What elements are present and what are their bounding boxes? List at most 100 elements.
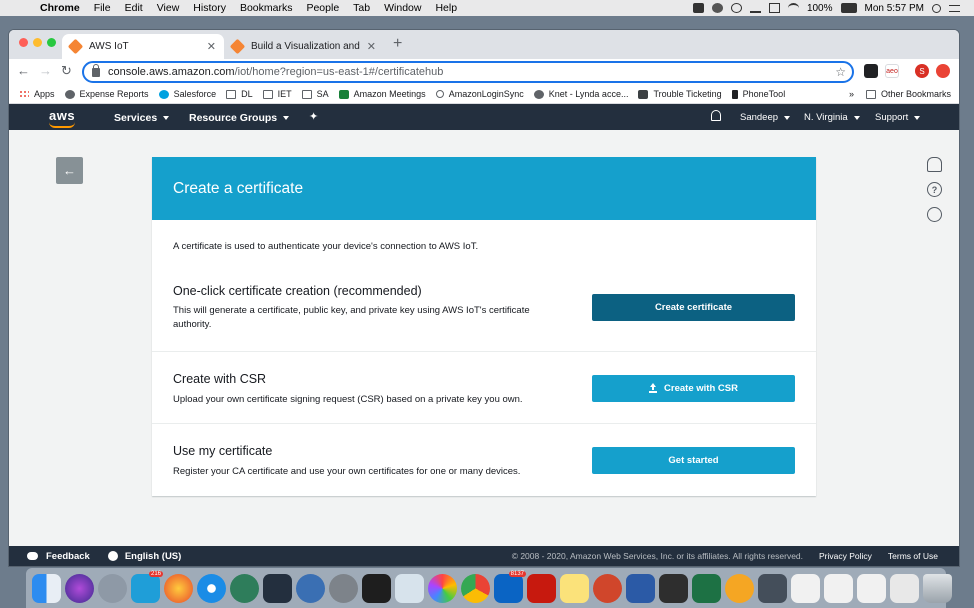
create-with-csr-button[interactable]: Create with CSR — [592, 375, 795, 402]
safari-icon[interactable] — [197, 573, 226, 603]
photos-icon[interactable] — [428, 573, 457, 603]
bell-icon[interactable] — [927, 157, 942, 172]
airplay-icon[interactable] — [768, 3, 780, 13]
notifications-bell-icon[interactable] — [711, 110, 721, 121]
back-arrow-icon[interactable]: ← — [17, 63, 30, 78]
close-window-button[interactable] — [19, 38, 28, 47]
resource-groups-menu[interactable]: Resource Groups — [189, 112, 290, 124]
amazon-assistant-icon[interactable] — [296, 573, 325, 603]
bookmark-knet-lynda[interactable]: Knet - Lynda acce... — [533, 89, 628, 99]
feedback-link[interactable]: Feedback — [27, 551, 90, 562]
help-icon[interactable]: ? — [927, 182, 942, 197]
terms-of-use-link[interactable]: Terms of Use — [888, 551, 938, 561]
pin-icon[interactable]: ✦ — [309, 110, 318, 123]
bookmark-expense-reports[interactable]: Expense Reports — [64, 89, 149, 99]
tab-build-visualization[interactable]: Build a Visualization and Monit ✕ — [224, 34, 384, 59]
menu-tab[interactable]: Tab — [353, 2, 370, 14]
firefox-icon[interactable] — [164, 573, 193, 603]
amazon-chime-icon[interactable] — [659, 573, 688, 603]
system-preferences-icon[interactable] — [329, 573, 358, 603]
bookmark-iet[interactable]: IET — [262, 89, 292, 99]
back-button[interactable]: ← — [56, 157, 83, 184]
bookmark-star-icon[interactable]: ☆ — [835, 65, 846, 79]
menu-app-name[interactable]: Chrome — [40, 2, 80, 14]
amazon-app-icon[interactable] — [263, 573, 292, 603]
activity-icon[interactable] — [927, 207, 942, 222]
aws-favicon-icon — [229, 38, 246, 55]
battery-icon[interactable] — [840, 3, 857, 13]
bookmark-trouble-ticketing[interactable]: Trouble Ticketing — [638, 89, 722, 99]
chrome-icon[interactable] — [461, 573, 490, 603]
outlook-icon[interactable]: 8137 — [494, 570, 526, 603]
extension-icon[interactable] — [864, 64, 878, 78]
sync-tray-icon[interactable] — [730, 3, 742, 13]
bookmark-dl[interactable]: DL — [226, 89, 253, 99]
slack-icon[interactable]: 216 — [131, 570, 163, 603]
account-menu[interactable]: Sandeep — [740, 112, 791, 123]
word-icon[interactable] — [626, 573, 655, 603]
support-menu[interactable]: Support — [875, 112, 921, 123]
bookmark-amazon-login-sync[interactable]: AmazonLoginSync — [435, 89, 524, 99]
zoom-window-button[interactable] — [47, 38, 56, 47]
menu-window[interactable]: Window — [384, 2, 421, 14]
create-certificate-button[interactable]: Create certificate — [592, 294, 795, 321]
profile-avatar[interactable]: S — [915, 64, 929, 78]
cyberduck-icon[interactable] — [725, 573, 754, 603]
menu-history[interactable]: History — [193, 2, 226, 14]
siri-icon[interactable] — [65, 573, 94, 603]
aws-logo[interactable]: aws — [49, 108, 75, 123]
tab-aws-iot[interactable]: AWS IoT ✕ — [62, 34, 224, 59]
menu-people[interactable]: People — [306, 2, 339, 14]
close-tab-icon[interactable]: ✕ — [367, 40, 376, 53]
menu-view[interactable]: View — [157, 2, 180, 14]
language-selector[interactable]: English (US) — [125, 551, 181, 562]
menu-help[interactable]: Help — [435, 2, 457, 14]
preview-icon[interactable] — [395, 573, 424, 603]
menu-edit[interactable]: Edit — [125, 2, 143, 14]
new-tab-icon[interactable]: + — [393, 35, 402, 53]
pen-tray-icon[interactable] — [749, 3, 761, 13]
document-thumbnail-icon[interactable] — [824, 573, 853, 603]
bookmark-apps[interactable]: Apps — [19, 89, 55, 99]
reload-icon[interactable]: ↻ — [61, 63, 72, 79]
menu-bookmarks[interactable]: Bookmarks — [240, 2, 293, 14]
acrobat-icon[interactable] — [527, 573, 556, 603]
document-thumbnail-icon[interactable] — [857, 573, 886, 603]
powerpoint-icon[interactable] — [593, 573, 622, 603]
extension-red-icon[interactable] — [936, 64, 950, 78]
spotlight-search-icon[interactable] — [932, 3, 941, 13]
vpn-icon[interactable] — [230, 573, 259, 603]
address-bar[interactable]: console.aws.amazon.com /iot/home?region=… — [82, 61, 854, 83]
bookmark-phonetool[interactable]: PhoneTool — [731, 89, 785, 99]
launchpad-icon[interactable] — [98, 573, 127, 603]
finder-icon[interactable] — [32, 573, 61, 603]
excel-icon[interactable] — [692, 573, 721, 603]
bookmarks-chevron-icon[interactable]: » — [849, 89, 854, 99]
extension-aeo-icon[interactable]: aeo — [885, 64, 899, 78]
get-started-button[interactable]: Get started — [592, 447, 795, 474]
forward-arrow-icon[interactable]: → — [39, 63, 52, 78]
amazon-tray-icon[interactable] — [692, 3, 704, 13]
notes-icon[interactable] — [560, 573, 589, 603]
bookmark-sa[interactable]: SA — [301, 89, 329, 99]
trash-icon[interactable] — [923, 573, 952, 603]
url-path: /iot/home?region=us-east-1#/certificateh… — [234, 66, 444, 78]
minimize-window-button[interactable] — [33, 38, 42, 47]
status-tray-icon[interactable] — [711, 3, 723, 13]
menu-file[interactable]: File — [94, 2, 111, 14]
close-tab-icon[interactable]: ✕ — [207, 40, 216, 53]
wifi-icon[interactable] — [787, 3, 799, 13]
bookmark-amazon-meetings[interactable]: Amazon Meetings — [338, 89, 426, 99]
bookmark-salesforce[interactable]: Salesforce — [158, 89, 216, 99]
region-menu[interactable]: N. Virginia — [804, 112, 860, 123]
privacy-policy-link[interactable]: Privacy Policy — [819, 551, 872, 561]
terminal-icon[interactable] — [362, 573, 391, 603]
document-thumbnail-icon[interactable] — [791, 573, 820, 603]
lock-icon[interactable] — [92, 63, 100, 77]
bookmark-other-bookmarks[interactable]: Other Bookmarks — [865, 89, 951, 99]
document-thumbnail-icon[interactable] — [890, 573, 919, 603]
menu-clock[interactable]: Mon 5:57 PM — [865, 3, 924, 14]
screen-recorder-icon[interactable] — [758, 573, 787, 603]
notification-center-icon[interactable] — [949, 4, 960, 12]
services-menu[interactable]: Services — [114, 112, 170, 124]
